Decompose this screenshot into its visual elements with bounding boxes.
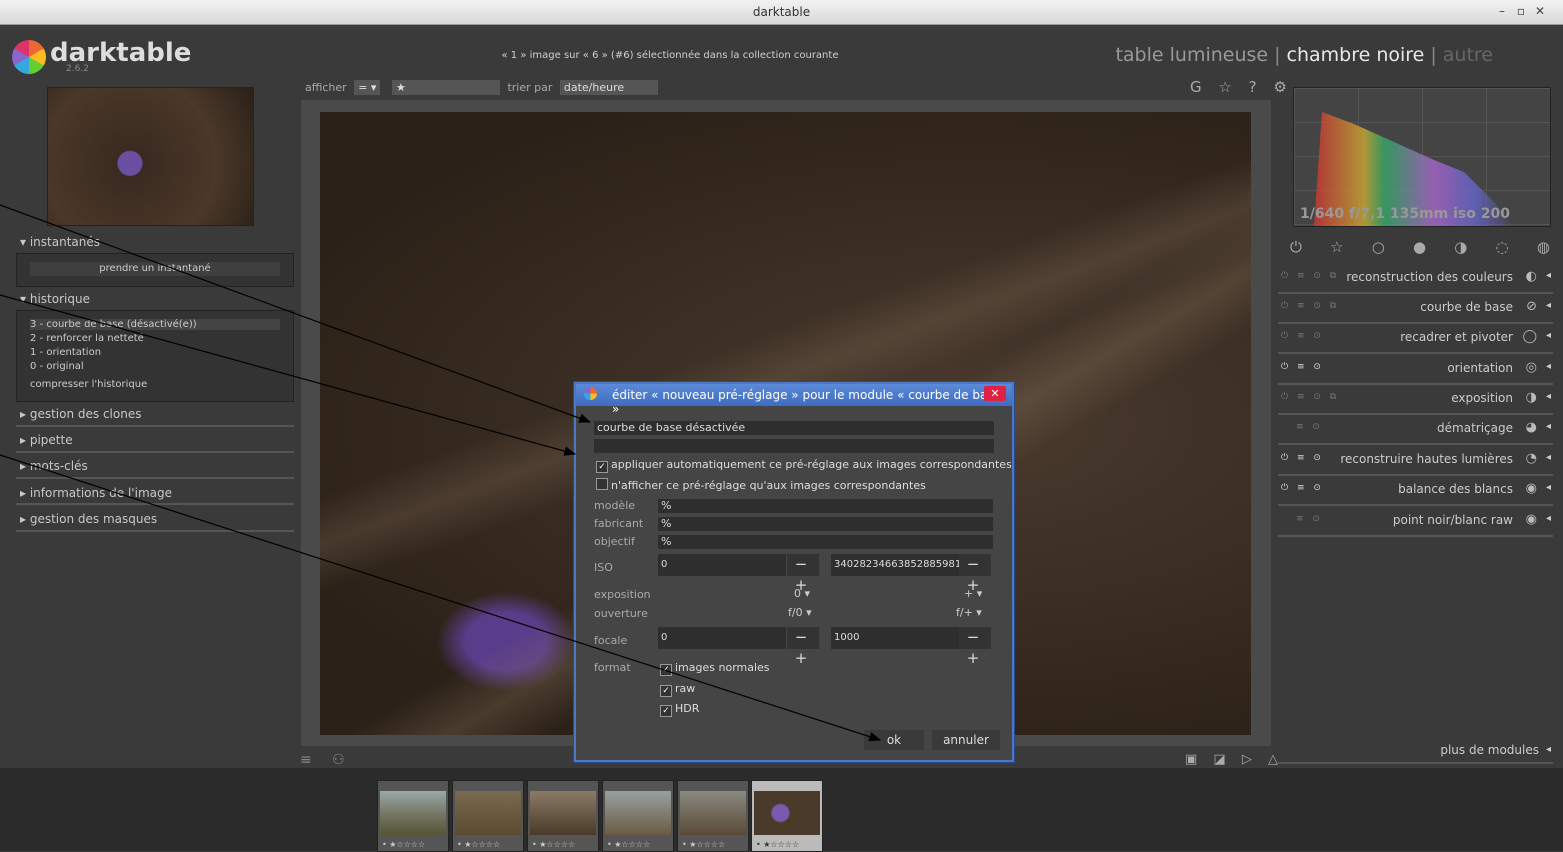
arrow-to-auto-apply — [0, 294, 577, 456]
arrow-to-ok-button — [0, 454, 882, 742]
arrow-to-name-field — [0, 204, 592, 423]
annotation-arrows — [0, 204, 882, 742]
